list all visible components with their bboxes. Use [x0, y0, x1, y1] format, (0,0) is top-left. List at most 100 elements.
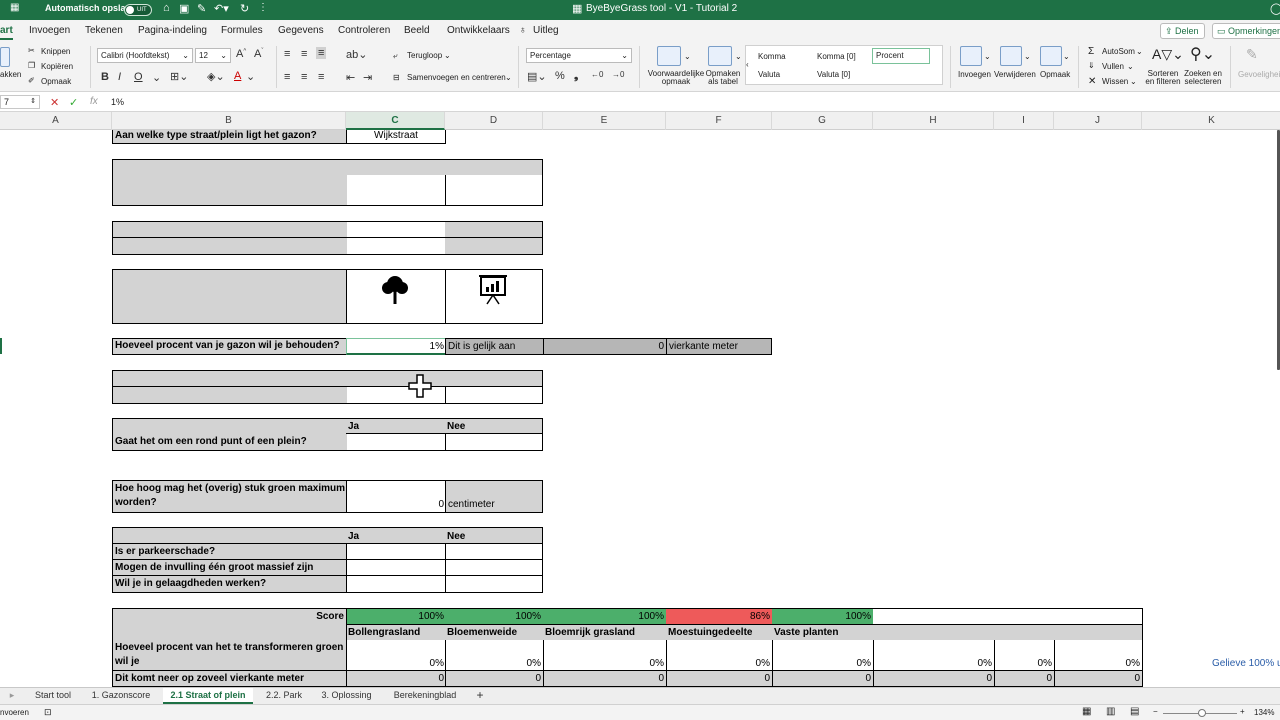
format-cells-dropdown-icon[interactable]: ⌄: [1063, 52, 1070, 61]
column-header-d[interactable]: D: [445, 112, 543, 130]
format-cells-icon[interactable]: [1040, 46, 1062, 66]
format-painter-icon[interactable]: ✐: [28, 76, 35, 85]
autosum-button[interactable]: AutoSom: [1102, 47, 1135, 56]
delete-cells-dropdown-icon[interactable]: ⌄: [1024, 52, 1031, 61]
autosum-icon[interactable]: Σ: [1088, 46, 1094, 57]
column-header-i[interactable]: I: [994, 112, 1054, 130]
page-layout-icon[interactable]: ▥: [1106, 706, 1115, 717]
style-procent[interactable]: Procent: [872, 48, 930, 64]
decrease-decimal-icon[interactable]: →0: [612, 70, 624, 79]
sensitivity-button[interactable]: Gevoeligheid: [1238, 70, 1280, 79]
zoom-in-icon[interactable]: +: [1240, 707, 1245, 716]
tab-beeld[interactable]: Beeld: [404, 25, 430, 36]
sheet-tab-berekeningblad[interactable]: Berekeningblad: [385, 688, 465, 704]
style-valuta[interactable]: Valuta: [758, 70, 780, 79]
transform-value-8[interactable]: 0%: [1054, 658, 1140, 669]
customize-icon[interactable]: ⋮: [258, 2, 268, 13]
transform-value-2[interactable]: 0%: [445, 658, 541, 669]
indent-decrease-icon[interactable]: ⇤: [346, 71, 355, 84]
sheet-tab-park[interactable]: 2.2. Park: [260, 688, 308, 704]
transform-value-7[interactable]: 0%: [994, 658, 1052, 669]
style-komma[interactable]: Komma: [758, 52, 786, 61]
align-center-icon[interactable]: ≡: [301, 71, 307, 83]
tab-gegevens[interactable]: Gegevens: [278, 25, 324, 36]
number-format-select[interactable]: Percentage ⌄: [526, 48, 632, 63]
format-as-table-dropdown-icon[interactable]: ⌄: [735, 52, 742, 61]
tab-controleren[interactable]: Controleren: [338, 25, 390, 36]
fill-icon[interactable]: ⇓: [1088, 61, 1095, 70]
font-color-icon[interactable]: A: [234, 70, 241, 82]
italic-icon[interactable]: I: [118, 71, 121, 83]
sensitivity-icon[interactable]: ✎: [1246, 46, 1258, 63]
autosum-dropdown-icon[interactable]: ⌄: [1136, 47, 1143, 56]
page-break-icon[interactable]: ▤: [1130, 706, 1139, 717]
conditional-format-button[interactable]: Voorwaardelijke opmaak: [647, 70, 705, 86]
bold-icon[interactable]: B: [101, 71, 109, 83]
style-valuta-0[interactable]: Valuta [0]: [817, 70, 850, 79]
currency-icon[interactable]: ▤⌄: [527, 70, 547, 83]
add-sheet-icon[interactable]: +: [472, 688, 488, 704]
sheet-tab-start-tool[interactable]: Start tool: [27, 688, 79, 704]
clear-button[interactable]: Wissen: [1102, 77, 1128, 86]
style-komma-0[interactable]: Komma [0]: [817, 52, 856, 61]
cut-icon[interactable]: ✂: [28, 46, 35, 55]
align-middle-icon[interactable]: ≡: [301, 48, 307, 60]
fill-color-icon[interactable]: ◈⌄: [207, 70, 225, 83]
align-top-icon[interactable]: ≡: [284, 48, 290, 60]
format-as-table-button[interactable]: Opmaken als tabel: [704, 70, 742, 86]
merge-center-button[interactable]: Samenvoegen en centreren: [407, 73, 506, 82]
percent-icon[interactable]: %: [555, 70, 565, 82]
zoom-slider-thumb[interactable]: [1198, 709, 1206, 717]
underline-icon[interactable]: O: [134, 71, 143, 83]
increase-font-icon[interactable]: A^: [236, 48, 246, 60]
transform-value-1[interactable]: 0%: [346, 658, 444, 669]
zoom-level[interactable]: 134%: [1254, 708, 1274, 717]
sheet-tab-straat-of-plein[interactable]: 2.1 Straat of plein: [163, 688, 253, 704]
fill-button[interactable]: Vullen: [1102, 62, 1124, 71]
conditional-format-dropdown-icon[interactable]: ⌄: [684, 52, 691, 61]
column-header-b[interactable]: B: [112, 112, 346, 130]
cut-button[interactable]: Knippen: [41, 47, 70, 56]
search-icon[interactable]: ◯: [1270, 2, 1280, 15]
column-header-f[interactable]: F: [666, 112, 772, 130]
sheet-tab-gazonscore[interactable]: 1. Gazonscore: [86, 688, 156, 704]
share-button[interactable]: ⇪ Delen: [1160, 23, 1205, 39]
find-select-icon[interactable]: ⚲⌄: [1190, 44, 1215, 64]
sheet-tab-oplossing[interactable]: 3. Oplossing: [315, 688, 378, 704]
wrap-dropdown-icon[interactable]: ⌄: [444, 51, 451, 60]
find-select-button[interactable]: Zoeken en selecteren: [1182, 70, 1224, 86]
transform-value-4[interactable]: 0%: [666, 658, 770, 669]
indent-increase-icon[interactable]: ⇥: [363, 71, 372, 84]
insert-cells-icon[interactable]: [960, 46, 982, 66]
column-header-k[interactable]: K: [1142, 112, 1280, 130]
paste-icon[interactable]: [0, 47, 10, 67]
sort-filter-icon[interactable]: A▽⌄: [1152, 46, 1184, 63]
column-header-g[interactable]: G: [772, 112, 873, 130]
tab-start[interactable]: art: [0, 25, 13, 40]
conditional-format-icon[interactable]: [657, 46, 681, 66]
transform-value-5[interactable]: 0%: [772, 658, 871, 669]
clear-icon[interactable]: ✕: [1088, 76, 1096, 87]
align-bottom-icon[interactable]: ≡: [316, 47, 327, 59]
orientation-icon[interactable]: ab⌄: [346, 48, 367, 61]
column-header-j[interactable]: J: [1054, 112, 1142, 130]
redo-icon[interactable]: ↻: [240, 2, 249, 15]
undo-icon[interactable]: ↶▾: [214, 2, 229, 15]
font-size-select[interactable]: 12 ⌄: [195, 48, 231, 63]
format-as-table-icon[interactable]: [708, 46, 732, 66]
tree-cell[interactable]: [346, 269, 446, 324]
tab-uitleg[interactable]: Uitleg: [533, 25, 559, 36]
column-header-e[interactable]: E: [543, 112, 666, 130]
enter-icon[interactable]: ✓: [69, 96, 78, 109]
zoom-out-icon[interactable]: −: [1153, 707, 1158, 716]
column-header-c[interactable]: C: [346, 112, 445, 130]
decrease-font-icon[interactable]: Aˇ: [254, 48, 263, 60]
increase-decimal-icon[interactable]: ←0: [591, 70, 603, 79]
fill-dropdown-icon[interactable]: ⌄: [1127, 62, 1134, 71]
function-icon[interactable]: fx: [90, 96, 98, 107]
formula-input[interactable]: 1%: [111, 97, 124, 107]
home-icon[interactable]: ⌂: [163, 2, 170, 14]
format-cells-button[interactable]: Opmaak: [1040, 70, 1070, 79]
format-painter-button[interactable]: Opmaak: [41, 77, 71, 86]
font-family-select[interactable]: Calibri (Hoofdtekst) ⌄: [97, 48, 193, 63]
